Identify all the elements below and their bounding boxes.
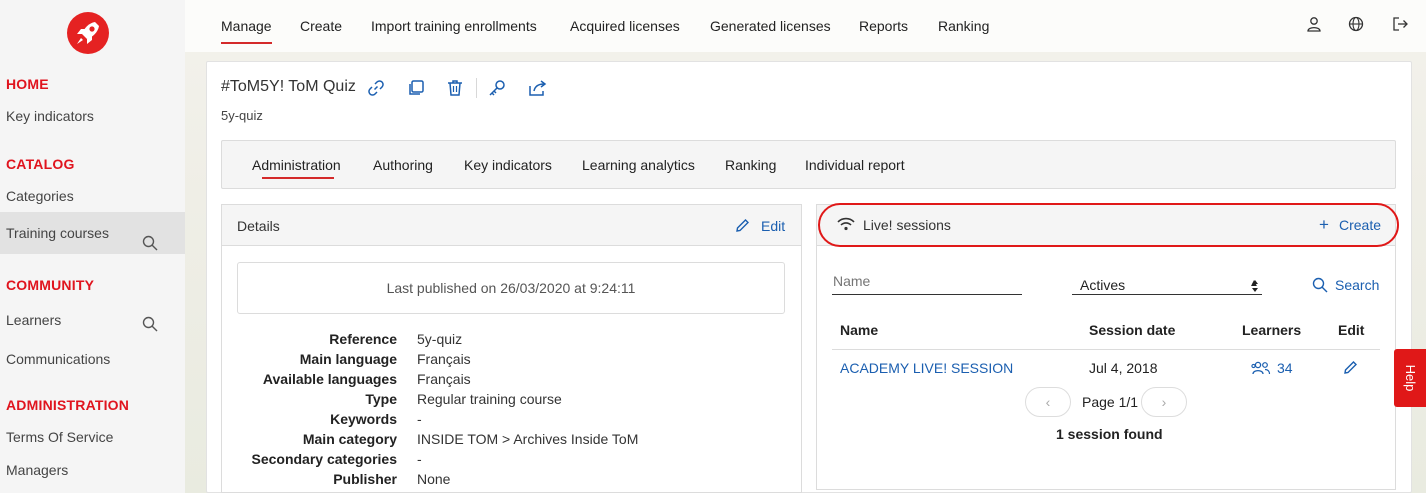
tab-learning-analytics[interactable]: Learning analytics — [582, 157, 695, 173]
detail-value: Français — [417, 351, 471, 367]
detail-value: Français — [417, 371, 471, 387]
detail-key: Main category — [302, 431, 397, 447]
page-title: #ToM5Y! ToM Quiz — [221, 78, 356, 95]
sidebar-item-managers[interactable]: Managers — [0, 455, 185, 485]
help-button[interactable]: Help — [1394, 349, 1426, 407]
detail-key: Main language — [299, 351, 397, 367]
topnav-manage[interactable]: Manage — [221, 18, 272, 44]
detail-key: Reference — [329, 331, 397, 347]
topnav-acquired-licenses[interactable]: Acquired licenses — [570, 18, 680, 34]
create-session-button[interactable]: Create — [1339, 217, 1381, 233]
detail-key: Keywords — [330, 411, 397, 427]
sidebar-item-label: Key indicators — [6, 108, 94, 124]
plus-icon[interactable]: + — [1319, 215, 1329, 235]
session-learners-count[interactable]: 34 — [1277, 360, 1293, 376]
page-indicator: Page 1/1 — [1082, 394, 1139, 410]
globe-icon[interactable] — [1348, 16, 1364, 35]
column-header-session-date[interactable]: Session date — [1089, 322, 1175, 338]
column-header-learners[interactable]: Learners — [1242, 322, 1301, 338]
detail-key: Type — [365, 391, 397, 407]
chevron-left-icon: ‹ — [1045, 394, 1051, 410]
last-published-text: Last published on 26/03/2020 at 9:24:11 — [386, 280, 636, 296]
select-underline — [1072, 294, 1262, 295]
live-sessions-title: Live! sessions — [863, 217, 951, 233]
page-subtitle: 5y-quiz — [221, 108, 263, 123]
sidebar-section-home: HOME — [6, 76, 49, 92]
detail-value: - — [417, 411, 422, 427]
topnav-reports[interactable]: Reports — [859, 18, 908, 34]
search-icon[interactable] — [142, 225, 158, 267]
sidebar-item-categories[interactable]: Categories — [0, 181, 185, 211]
users-icon[interactable] — [1251, 361, 1271, 378]
topnav-import-training-enrollments[interactable]: Import training enrollments — [371, 18, 537, 34]
search-icon[interactable] — [142, 312, 158, 342]
active-tab-indicator — [262, 177, 334, 179]
status-select-value[interactable]: Actives — [1080, 277, 1125, 293]
topnav-ranking[interactable]: Ranking — [938, 18, 989, 34]
sidebar-item-communications[interactable]: Communications — [0, 344, 185, 374]
detail-key: Secondary categories — [251, 451, 397, 467]
detail-value: None — [417, 471, 451, 487]
sidebar-item-label: Categories — [6, 188, 74, 204]
top-navigation: Manage Create Import training enrollment… — [185, 0, 1426, 52]
tab-authoring[interactable]: Authoring — [373, 157, 433, 173]
user-icon[interactable] — [1306, 16, 1322, 35]
details-panel: Details — [221, 204, 802, 493]
next-page-button[interactable]: › — [1141, 387, 1187, 417]
duplicate-icon[interactable] — [407, 79, 425, 100]
wifi-icon — [837, 217, 855, 234]
sidebar-section-catalog: CATALOG — [6, 156, 75, 172]
detail-key: Publisher — [333, 471, 397, 487]
name-input-underline — [832, 294, 1022, 295]
sidebar-item-terms-of-service[interactable]: Terms Of Service — [0, 422, 185, 452]
topnav-generated-licenses[interactable]: Generated licenses — [710, 18, 831, 34]
topnav-create[interactable]: Create — [300, 18, 342, 34]
search-button[interactable]: Search — [1335, 277, 1379, 293]
sidebar-item-training-courses[interactable]: Training courses — [0, 212, 185, 254]
edit-pencil-icon[interactable] — [735, 218, 750, 236]
sidebar-item-label: Managers — [6, 462, 69, 478]
sidebar-section-administration: ADMINISTRATION — [6, 397, 130, 413]
trash-icon[interactable] — [446, 79, 464, 100]
sidebar-item-label: Training courses — [6, 225, 109, 241]
session-name-link[interactable]: ACADEMY LIVE! SESSION — [840, 360, 1013, 376]
edit-pencil-icon[interactable] — [1343, 360, 1358, 378]
session-name-input[interactable] — [833, 270, 1021, 292]
tab-administration[interactable]: Administration — [252, 157, 341, 173]
session-date: Jul 4, 2018 — [1089, 360, 1158, 376]
key-icon[interactable] — [488, 79, 506, 100]
sidebar-item-key-indicators[interactable]: Key indicators — [0, 101, 185, 131]
column-header-name[interactable]: Name — [840, 322, 878, 338]
sidebar-item-label: Communications — [6, 351, 111, 367]
table-header-divider — [832, 349, 1380, 350]
sidebar-item-label: Learners — [6, 312, 62, 328]
share-icon[interactable] — [528, 79, 548, 100]
detail-value: Regular training course — [417, 391, 562, 407]
details-header: Details — [222, 205, 801, 246]
tab-ranking[interactable]: Ranking — [725, 157, 776, 173]
toolbar-divider — [476, 78, 477, 98]
sidebar: HOME Key indicators CATALOG Categories T… — [0, 0, 185, 493]
detail-value: INSIDE TOM > Archives Inside ToM — [417, 431, 639, 447]
search-icon[interactable] — [1312, 277, 1328, 296]
sidebar-item-label: Terms Of Service — [6, 429, 114, 445]
details-title: Details — [237, 218, 280, 234]
details-edit-button[interactable]: Edit — [761, 218, 785, 234]
tab-individual-report[interactable]: Individual report — [805, 157, 905, 173]
detail-value: - — [417, 451, 422, 467]
sidebar-section-community: COMMUNITY — [6, 277, 95, 293]
tab-key-indicators[interactable]: Key indicators — [464, 157, 552, 173]
column-header-edit: Edit — [1338, 322, 1365, 338]
last-published-box: Last published on 26/03/2020 at 9:24:11 — [237, 262, 785, 314]
link-icon[interactable] — [367, 79, 385, 100]
sidebar-item-learners[interactable]: Learners — [0, 305, 185, 335]
previous-page-button[interactable]: ‹ — [1025, 387, 1071, 417]
detail-key: Available languages — [262, 371, 397, 387]
session-count: 1 session found — [1056, 426, 1163, 442]
chevron-right-icon: › — [1161, 394, 1167, 410]
detail-value: 5y-quiz — [417, 331, 463, 347]
logout-icon[interactable] — [1392, 16, 1408, 35]
help-label: Help — [1403, 364, 1418, 392]
rocket-logo-icon[interactable] — [67, 12, 109, 54]
